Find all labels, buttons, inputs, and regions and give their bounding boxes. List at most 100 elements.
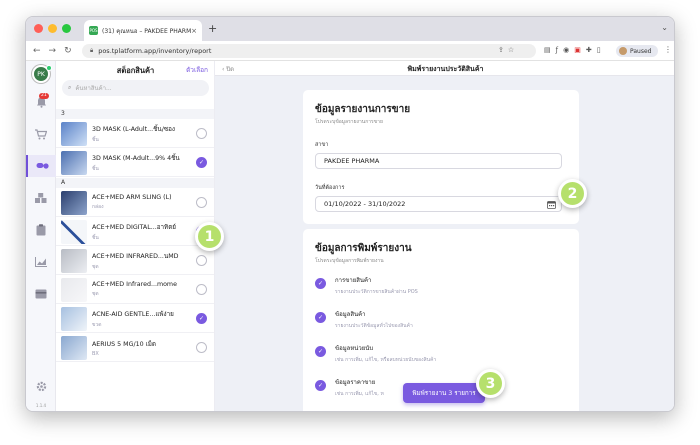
minimize-window-button[interactable]: [48, 24, 57, 33]
sales-report-card: ข้อมูลรายงานการขาย โปรดระบุข้อมูลรายงานก…: [303, 90, 579, 224]
extension-icon-1[interactable]: ▤: [544, 46, 551, 54]
option-description: เช่น การเพิ่ม, แก้ไข, หรือลบหน่วยนับของส…: [335, 357, 437, 363]
product-name: AERIUS 5 MG/10 เม็ด: [92, 340, 156, 348]
product-checkbox-checked[interactable]: ✓: [196, 157, 207, 168]
rail-item-inventory[interactable]: [26, 155, 56, 177]
back-nav-icon[interactable]: ←: [33, 46, 41, 56]
product-item[interactable]: 3D MASK (L-Adult...ชิ้น/ซอง ชิ้น: [56, 120, 214, 148]
product-name: ACNE-AID GENTLE...แพ้ง่าย: [92, 310, 174, 318]
app-version: 1.1.4: [35, 403, 47, 408]
calendar-icon[interactable]: [547, 200, 556, 209]
print-card-subtitle: โปรดระบุข้อมูลการพิมพ์รายงาน: [315, 258, 384, 264]
product-checkbox[interactable]: [196, 255, 207, 266]
browser-menu-icon[interactable]: ⋮: [664, 45, 672, 54]
option-label: การขายสินค้า: [335, 277, 372, 284]
product-unit: ชิ้น: [92, 165, 99, 172]
step-marker-3: 3: [476, 369, 505, 398]
notification-badge: 21: [39, 93, 49, 99]
date-range-field[interactable]: 01/10/2022 - 31/10/2022: [315, 196, 562, 212]
page-title: พิมพ์รายงานประวัติสินค้า: [407, 65, 484, 73]
app: PK 21 1.1.4 สต็อกสินค้า ตัวเลือก ⌕ ค้นหา…: [26, 61, 674, 411]
rail-item-warehouse[interactable]: [26, 187, 56, 209]
product-unit: ชิ้น: [92, 234, 99, 241]
maximize-window-button[interactable]: [62, 24, 71, 33]
rail-item-settings[interactable]: [26, 375, 56, 397]
sidebar-toggle-icon[interactable]: ▯: [597, 46, 601, 54]
reload-icon[interactable]: ↻: [64, 46, 72, 56]
address-bar: ← → ↻ 🔒︎ pos.tplatform.app/inventory/rep…: [26, 41, 674, 61]
sales-card-subtitle: โปรดระบุข้อมูลรายงานการขาย: [315, 119, 383, 125]
option-description: รายงานประวัติข้อมูลทั่วไปของสินค้า: [335, 323, 413, 329]
stock-panel: สต็อกสินค้า ตัวเลือก ⌕ ค้นหาสินค้า... 3 …: [56, 61, 215, 411]
clipboard-icon: [36, 224, 46, 236]
product-item[interactable]: ACE+MED Infrared...mome ชุด: [56, 276, 214, 304]
search-icon: ⌕: [68, 84, 72, 91]
option-checkbox-checked[interactable]: ✓: [315, 278, 326, 289]
product-checkbox-checked[interactable]: ✓: [196, 313, 207, 324]
option-checkbox-checked[interactable]: ✓: [315, 346, 326, 357]
rail-item-payments[interactable]: [26, 283, 56, 305]
product-name: ACE+MED INFRARED...นMD: [92, 252, 179, 260]
rail-item-reports[interactable]: [26, 251, 56, 273]
puzzle-icon[interactable]: ✚: [586, 46, 592, 54]
product-item[interactable]: 3D MASK (M-Adult...9% 4ชิ้น ชิ้น ✓: [56, 149, 214, 177]
gear-icon: [36, 381, 46, 391]
rail-item-notifications[interactable]: 21: [26, 91, 56, 113]
product-item[interactable]: ACNE-AID GENTLE...แพ้ง่ายขวด ✓: [56, 305, 214, 333]
url-actions: ⇪ ☆: [498, 46, 514, 54]
product-item[interactable]: ACE+MED DIGITAL...อาทิตย์ชิ้น ✓: [56, 218, 214, 246]
search-placeholder: ค้นหาสินค้า...: [75, 85, 112, 92]
product-name: ACE+MED ARM SLING (L): [92, 194, 172, 201]
product-checkbox[interactable]: [196, 128, 207, 139]
product-name: ACE+MED Infrared...mome: [92, 281, 177, 288]
rail-item-sales[interactable]: [26, 123, 56, 145]
option-label: ข้อมูลสินค้า: [335, 311, 366, 318]
option-checkbox-checked[interactable]: ✓: [315, 380, 326, 391]
nav-rail: PK 21 1.1.4: [26, 61, 56, 411]
tab-search-icon[interactable]: ⌄: [661, 23, 668, 32]
select-options-button[interactable]: ตัวเลือก: [186, 65, 208, 75]
product-checkbox[interactable]: [196, 284, 207, 295]
url-field[interactable]: 🔒︎ pos.tplatform.app/inventory/report: [82, 44, 536, 58]
product-thumbnail: [61, 248, 87, 273]
tab-close-icon[interactable]: ×: [191, 27, 197, 35]
product-thumbnail: [61, 219, 87, 244]
extension-icon-2[interactable]: ƒ: [556, 46, 558, 54]
browser-tab[interactable]: POS (31) คุณหนอ – PAKDEE PHARMA ×: [84, 20, 202, 41]
option-description: รายงานประวัติการขายสินค้าผ่าน POS: [335, 289, 418, 295]
profile-button[interactable]: Paused: [616, 45, 658, 57]
pills-icon: [36, 163, 49, 169]
product-name: 3D MASK (L-Adult...ชิ้น/ซอง: [92, 125, 175, 133]
print-report-button[interactable]: พิมพ์รายงาน 3 รายการ: [403, 383, 485, 403]
date-range-value: 01/10/2022 - 31/10/2022: [324, 200, 406, 208]
product-item[interactable]: ACE+MED ARM SLING (L) กล่อง: [56, 189, 214, 217]
rail-item-documents[interactable]: [26, 219, 56, 241]
card-icon: [35, 289, 47, 299]
extensions-bar: ▤ ƒ ◉ ▣ ✚ ▯: [544, 46, 601, 54]
close-window-button[interactable]: [34, 24, 43, 33]
cart-icon: [35, 128, 47, 139]
product-checkbox[interactable]: [196, 197, 207, 208]
branch-label: สาขา: [315, 142, 329, 148]
option-checkbox-checked[interactable]: ✓: [315, 312, 326, 323]
product-search-input[interactable]: ⌕ ค้นหาสินค้า...: [62, 80, 209, 96]
window-controls: [34, 24, 71, 33]
product-unit: ขวด: [92, 321, 102, 328]
share-icon[interactable]: ⇪: [498, 46, 504, 54]
report-header: ‹ ปิด พิมพ์รายงานประวัติสินค้า: [215, 61, 674, 76]
product-item[interactable]: ACE+MED INFRARED...นMD ชุด: [56, 247, 214, 275]
extension-icon-3[interactable]: ◉: [563, 46, 569, 54]
option-label: ข้อมูลราคาขาย: [335, 379, 376, 386]
product-item[interactable]: AERIUS 5 MG/10 เม็ด BX: [56, 334, 214, 362]
product-thumbnail: [61, 121, 87, 146]
product-checkbox[interactable]: [196, 342, 207, 353]
new-tab-button[interactable]: +: [208, 22, 217, 35]
product-thumbnail: [61, 306, 87, 331]
product-unit: กล่อง: [92, 204, 104, 210]
forward-nav-icon[interactable]: →: [49, 46, 57, 56]
branch-field[interactable]: PAKDEE PHARMA: [315, 153, 562, 169]
bookmark-star-icon[interactable]: ☆: [508, 46, 514, 54]
product-thumbnail: [61, 277, 87, 302]
step-marker-2: 2: [558, 179, 587, 208]
extension-icon-4[interactable]: ▣: [574, 46, 581, 54]
